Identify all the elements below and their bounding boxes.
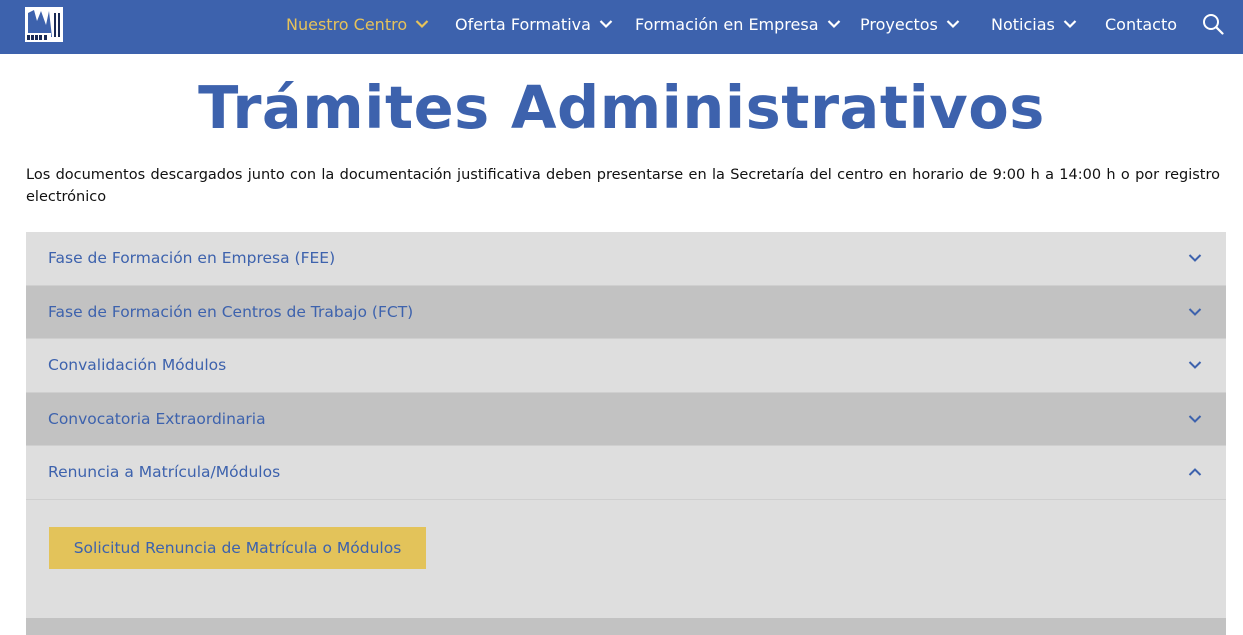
nav-item-label: Oferta Formativa — [455, 14, 591, 34]
accordion-header-fct[interactable]: Fase de Formación en Centros de Trabajo … — [26, 285, 1226, 339]
nav-item-proyectos[interactable]: Proyectos — [860, 0, 960, 48]
top-navbar: Nuestro Centro Oferta Formativa Formació… — [0, 0, 1243, 54]
nav-item-noticias[interactable]: Noticias — [991, 0, 1077, 48]
chevron-down-icon — [1188, 307, 1202, 317]
chevron-down-icon — [946, 19, 960, 29]
nav-item-nuestro-centro[interactable]: Nuestro Centro — [286, 0, 429, 48]
accordion-title: Fase de Formación en Centros de Trabajo … — [48, 302, 414, 321]
accordion-title: Renuncia a Matrícula/Módulos — [48, 463, 281, 482]
chevron-down-icon — [1188, 414, 1202, 424]
nav-item-label: Nuestro Centro — [286, 14, 408, 34]
nav-item-contacto[interactable]: Contacto — [1105, 0, 1177, 48]
accordion-header-renuncia[interactable]: Renuncia a Matrícula/Módulos — [26, 446, 1226, 500]
page-title: Trámites Administrativos — [198, 73, 1045, 142]
accordion-header-next[interactable] — [26, 617, 1226, 635]
nav-item-oferta-formativa[interactable]: Oferta Formativa — [455, 0, 613, 48]
accordion-title: Convocatoria Extraordinaria — [48, 409, 266, 428]
chevron-down-icon — [1188, 253, 1202, 263]
accordion-header-convalidacion[interactable]: Convalidación Módulos — [26, 339, 1226, 393]
accordion-title: Convalidación Módulos — [48, 356, 227, 375]
accordion-title: Fase de Formación en Empresa (FEE) — [48, 249, 336, 268]
solicitud-renuncia-button[interactable]: Solicitud Renuncia de Matrícula o Módulo… — [49, 526, 426, 569]
chevron-down-icon — [827, 19, 841, 29]
chevron-down-icon — [599, 19, 613, 29]
nav-item-label: Formación en Empresa — [635, 14, 819, 34]
nav-item-formacion-empresa[interactable]: Formación en Empresa — [635, 0, 841, 48]
accordion-panel-renuncia: Solicitud Renuncia de Matrícula o Módulo… — [26, 499, 1226, 618]
chevron-down-icon — [1188, 360, 1202, 370]
nav-item-label: Noticias — [991, 14, 1055, 34]
accordion: Fase de Formación en Empresa (FEE) Fase … — [26, 232, 1226, 635]
school-logo[interactable] — [25, 7, 63, 42]
chevron-down-icon — [1063, 19, 1077, 29]
nav-item-label: Contacto — [1105, 14, 1178, 34]
search-icon[interactable] — [1202, 13, 1224, 35]
intro-text: Los documentos descargados junto con la … — [26, 167, 1220, 205]
chevron-up-icon — [1188, 467, 1202, 477]
chevron-down-icon — [415, 19, 429, 29]
accordion-header-fee[interactable]: Fase de Formación en Empresa (FEE) — [26, 232, 1226, 286]
nav-item-label: Proyectos — [860, 14, 938, 34]
accordion-header-convocatoria[interactable]: Convocatoria Extraordinaria — [26, 392, 1226, 446]
